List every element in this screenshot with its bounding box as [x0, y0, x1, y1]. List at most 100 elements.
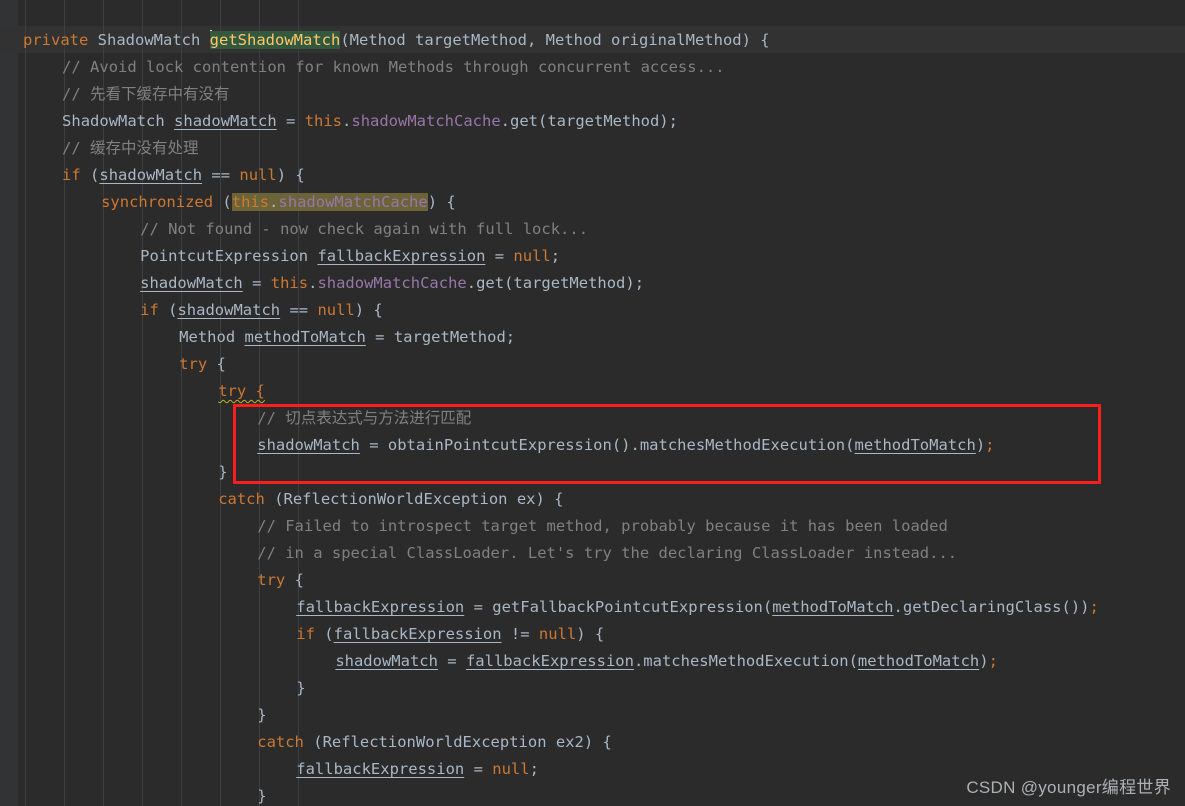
code-line[interactable]: // Failed to introspect target method, p… — [0, 513, 1185, 540]
code-token: ) { — [427, 193, 456, 211]
code-token: = — [464, 760, 493, 778]
code-line[interactable]: try { — [0, 351, 1185, 378]
code-token: shadowMatch — [177, 301, 281, 319]
code-line[interactable]: if (shadowMatch == null) { — [0, 162, 1185, 189]
code-token: shadowMatch — [257, 436, 360, 454]
code-line[interactable]: catch (ReflectionWorldException ex2) { — [0, 729, 1185, 756]
code-token: if — [140, 301, 159, 319]
code-line[interactable]: PointcutExpression fallbackExpression = … — [0, 243, 1185, 270]
code-line[interactable]: } — [0, 459, 1185, 486]
code-token: ) { — [354, 301, 383, 319]
code-token: null — [317, 301, 355, 319]
code-token: ; — [1089, 598, 1099, 616]
code-token: Method — [349, 31, 406, 49]
code-token: null — [513, 247, 551, 265]
code-token: catch — [257, 733, 304, 751]
code-token: methodToMatch — [772, 598, 894, 616]
code-token: shadowMatch — [174, 112, 277, 130]
code-line[interactable]: try { — [0, 378, 1185, 405]
code-line[interactable]: synchronized (this.shadowMatchCache) { — [0, 189, 1185, 216]
code-token: ; — [988, 652, 998, 670]
code-token: null — [492, 760, 530, 778]
code-token: (ReflectionWorldException ex) { — [264, 490, 564, 508]
code-token: ( — [213, 193, 232, 211]
code-token: shadowMatch — [99, 166, 203, 184]
code-token: Method — [179, 328, 236, 346]
code-token: ) — [975, 436, 986, 454]
code-token: this — [231, 193, 270, 211]
code-token: == — [202, 166, 240, 184]
code-token: ) { — [576, 625, 605, 643]
code-token: shadowMatchCache — [351, 112, 501, 130]
code-token: this — [270, 274, 309, 292]
code-token: { — [285, 571, 304, 589]
code-token: } — [296, 679, 306, 697]
code-line[interactable]: fallbackExpression = getFallbackPointcut… — [0, 594, 1185, 621]
code-editor[interactable]: private ShadowMatch getShadowMatch ( Metho… — [0, 0, 1185, 806]
code-line[interactable]: ShadowMatch shadowMatch = this.shadowMat… — [0, 108, 1185, 135]
code-line[interactable]: if (fallbackExpression != null) { — [0, 621, 1185, 648]
caret-wrapper: getShadowMatch — [209, 30, 341, 49]
code-token: . — [342, 112, 352, 130]
code-token: { — [207, 355, 226, 373]
code-token: (ReflectionWorldException ex2) { — [303, 733, 612, 751]
code-line[interactable]: // Not found - now check again with full… — [0, 216, 1185, 243]
code-token: ; — [550, 247, 561, 265]
code-line[interactable]: Method methodToMatch = targetMethod; — [0, 324, 1185, 351]
code-token: ) — [979, 652, 989, 670]
watermark-text: CSDN @younger编程世界 — [966, 778, 1171, 797]
code-token: null — [538, 625, 577, 643]
code-token: ( — [80, 166, 100, 184]
code-line[interactable]: shadowMatch = obtainPointcutExpression()… — [0, 432, 1185, 459]
code-token: getShadowMatch — [209, 31, 341, 49]
code-token: methodToMatch — [854, 436, 976, 454]
code-line[interactable]: } — [0, 702, 1185, 729]
code-token: synchronized — [101, 193, 214, 211]
code-token: // Failed to introspect target method, p… — [257, 517, 948, 535]
code-token: ( — [314, 625, 334, 643]
code-text[interactable]: private ShadowMatch getShadowMatch ( Metho… — [0, 27, 1185, 806]
code-line[interactable]: if (shadowMatch == null) { — [0, 297, 1185, 324]
code-token: shadowMatchCache — [317, 274, 467, 292]
code-token: == — [280, 301, 318, 319]
code-line[interactable]: // 缓存中没有处理 — [0, 135, 1185, 162]
code-token: fallbackExpression — [317, 247, 486, 265]
code-token: fallbackExpression — [333, 625, 502, 643]
code-token: private — [23, 31, 89, 49]
code-token: ShadowMatch — [62, 112, 165, 130]
code-token: // in a special ClassLoader. Let's try t… — [257, 544, 958, 562]
code-token: try { — [218, 382, 265, 400]
code-token: ) { — [276, 166, 305, 184]
code-token: // 先看下缓存中有没有 — [62, 85, 230, 103]
code-line[interactable]: shadowMatch = fallbackExpression.matches… — [0, 648, 1185, 675]
code-line[interactable]: // 切点表达式与方法进行匹配 — [0, 405, 1185, 432]
code-line[interactable]: // in a special ClassLoader. Let's try t… — [0, 540, 1185, 567]
code-token: } — [218, 463, 228, 481]
code-line[interactable]: try { — [0, 567, 1185, 594]
code-token: != — [501, 625, 539, 643]
code-line[interactable]: catch (ReflectionWorldException ex) { — [0, 486, 1185, 513]
code-line[interactable]: shadowMatch = this.shadowMatchCache.get(… — [0, 270, 1185, 297]
code-line[interactable]: private ShadowMatch getShadowMatch(Metho… — [0, 27, 1185, 54]
code-token: catch — [218, 490, 265, 508]
code-token: = targetMethod; — [365, 328, 516, 346]
code-line[interactable]: // Avoid lock contention for known Metho… — [0, 54, 1185, 81]
code-token: = — [242, 274, 271, 292]
code-token: . — [269, 193, 279, 211]
code-token: = obtainPointcutExpression().matchesMeth… — [359, 436, 855, 454]
code-token: shadowMatch — [140, 274, 243, 292]
code-token: fallbackExpression — [296, 760, 465, 778]
code-line[interactable]: // 先看下缓存中有没有 — [0, 81, 1185, 108]
code-token: methodToMatch — [244, 328, 366, 346]
code-token: fallbackExpression — [465, 652, 634, 670]
code-token: } — [257, 787, 267, 805]
code-token: // Avoid lock contention for known Metho… — [62, 58, 725, 76]
code-token: null — [239, 166, 277, 184]
code-line[interactable]: } — [0, 675, 1185, 702]
code-token: .get(targetMethod); — [466, 274, 645, 292]
code-token: originalMethod) { — [601, 31, 770, 49]
code-token: targetMethod, — [405, 31, 546, 49]
